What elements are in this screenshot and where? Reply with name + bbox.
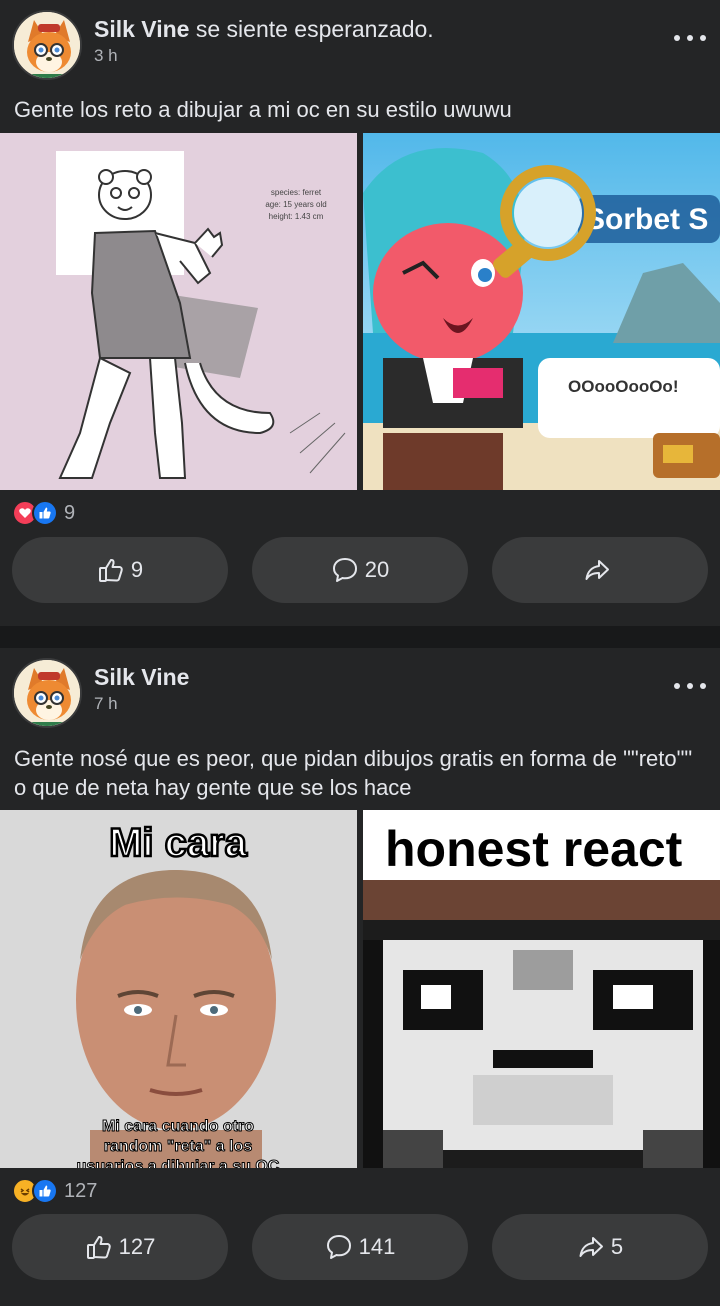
action-bar: 9 20 bbox=[12, 537, 708, 603]
post-image-sorbet-cookie[interactable]: Sorbet S OOooOooOo! bbox=[363, 133, 720, 490]
author-avatar[interactable] bbox=[12, 10, 82, 80]
share-count: 5 bbox=[610, 1234, 624, 1259]
sorbet-title: Sorbet S bbox=[585, 203, 708, 236]
more-options-button[interactable] bbox=[674, 28, 706, 48]
post-media: species: ferret age: 15 years old height… bbox=[0, 133, 720, 490]
comment-icon bbox=[326, 1235, 351, 1259]
post-image-honest-react-meme[interactable]: honest react bbox=[363, 810, 720, 1168]
reactions-summary[interactable]: 9 bbox=[12, 500, 75, 526]
dot-icon bbox=[687, 683, 693, 689]
post-1: Silk Vine se siente esperanzado. 3 h Gen… bbox=[0, 0, 720, 626]
share-button[interactable]: 5 bbox=[492, 1214, 708, 1280]
dot-icon bbox=[700, 683, 706, 689]
caption-species: species: ferret bbox=[271, 188, 322, 197]
post-image-ferret-oc[interactable]: species: ferret age: 15 years old height… bbox=[0, 133, 357, 490]
reaction-count: 127 bbox=[64, 1179, 98, 1202]
sorbet-speech: OOooOooOo! bbox=[568, 377, 678, 396]
post-text: Gente nosé que es peor, que pidan dibujo… bbox=[14, 746, 693, 800]
post-2: Silk Vine 7 h Gente nosé que es peor, qu… bbox=[0, 648, 720, 1306]
post-media: Mi cara Mi cara cuando otro random "reta… bbox=[0, 810, 720, 1168]
share-icon bbox=[579, 1237, 603, 1257]
author-name[interactable]: Silk Vine bbox=[94, 16, 189, 42]
meme-caption-3: usuarios a dibujar a su OC bbox=[77, 1158, 280, 1168]
share-button[interactable] bbox=[492, 537, 708, 603]
comment-icon bbox=[332, 558, 357, 582]
dot-icon bbox=[687, 35, 693, 41]
meme-title: honest react bbox=[385, 821, 683, 877]
author-line: Silk Vine se siente esperanzado. bbox=[94, 16, 434, 43]
dot-icon bbox=[700, 35, 706, 41]
thumbs-up-icon bbox=[98, 558, 123, 582]
like-button[interactable]: 127 bbox=[12, 1214, 228, 1280]
caption-height: height: 1.43 cm bbox=[269, 212, 324, 221]
comment-count: 20 bbox=[364, 557, 390, 582]
reaction-count: 9 bbox=[64, 501, 76, 524]
like-icon bbox=[32, 1178, 58, 1204]
feed-divider bbox=[0, 626, 720, 648]
author-feeling: se siente esperanzado. bbox=[189, 16, 434, 42]
action-bar: 127 141 5 bbox=[12, 1214, 708, 1280]
more-options-button[interactable] bbox=[674, 676, 706, 696]
post-image-mi-cara-meme[interactable]: Mi cara Mi cara cuando otro random "reta… bbox=[0, 810, 357, 1168]
dot-icon bbox=[674, 35, 680, 41]
share-icon bbox=[585, 560, 609, 580]
comment-button[interactable]: 20 bbox=[252, 537, 468, 603]
caption-age: age: 15 years old bbox=[265, 200, 326, 209]
like-count: 127 bbox=[118, 1234, 156, 1259]
author-line: Silk Vine bbox=[94, 664, 189, 691]
author-name[interactable]: Silk Vine bbox=[94, 664, 189, 690]
post-timestamp[interactable]: 3 h bbox=[94, 46, 118, 66]
like-icon bbox=[32, 500, 58, 526]
like-button[interactable]: 9 bbox=[12, 537, 228, 603]
meme-caption-2: random "reta" a los bbox=[104, 1138, 253, 1155]
author-avatar[interactable] bbox=[12, 658, 82, 728]
reactions-summary[interactable]: 127 bbox=[12, 1178, 97, 1204]
meme-caption-1: Mi cara cuando otro bbox=[102, 1118, 254, 1135]
comment-button[interactable]: 141 bbox=[252, 1214, 468, 1280]
meme-title: Mi cara bbox=[109, 821, 248, 865]
comment-count: 141 bbox=[358, 1234, 396, 1259]
post-timestamp[interactable]: 7 h bbox=[94, 694, 118, 714]
like-count: 9 bbox=[130, 557, 144, 582]
dot-icon bbox=[674, 683, 680, 689]
post-text: Gente los reto a dibujar a mi oc en su e… bbox=[14, 97, 512, 122]
thumbs-up-icon bbox=[86, 1235, 111, 1259]
